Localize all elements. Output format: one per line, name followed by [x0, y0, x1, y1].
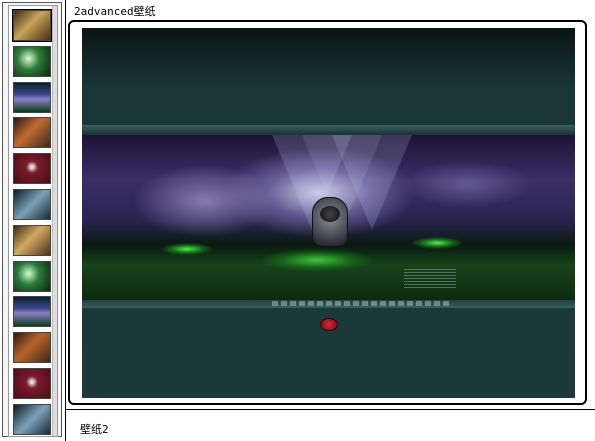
wallpaper-nav-strip: [272, 301, 452, 306]
thumbnail-3[interactable]: [13, 81, 51, 113]
wallpaper-scene: [82, 135, 575, 300]
vertical-divider: [65, 0, 66, 441]
thumbnail-7[interactable]: [13, 224, 51, 256]
thumbnail-2[interactable]: [13, 45, 51, 77]
horizontal-divider: [65, 409, 595, 410]
thumbnail-list: [8, 5, 58, 437]
thumbnail-6[interactable]: [13, 189, 51, 220]
wallpaper-image[interactable]: [82, 28, 575, 398]
thumbnail-11[interactable]: [13, 368, 51, 399]
logo-emblem: [320, 318, 338, 331]
preview-frame: [68, 20, 587, 405]
green-glow: [162, 243, 212, 255]
wallpaper-top-band: [82, 125, 575, 133]
image-caption: 壁纸2: [80, 423, 109, 436]
thumbnail-9[interactable]: [13, 296, 51, 328]
thumbnail-8[interactable]: [13, 260, 51, 292]
page-title: 2advanced壁纸: [74, 5, 156, 18]
pod-vehicle: [312, 197, 348, 247]
thumbnail-10[interactable]: [13, 332, 51, 364]
wallpaper-text-block: [404, 269, 456, 289]
green-glow: [412, 237, 462, 249]
thumbnail-strip: [2, 2, 62, 437]
thumbnail-4[interactable]: [13, 117, 51, 149]
thumbnail-5[interactable]: [13, 153, 51, 185]
green-glow: [262, 249, 372, 271]
pod-window: [320, 206, 340, 222]
thumbnail-1[interactable]: [12, 9, 52, 42]
thumbnail-scrollbar[interactable]: [52, 6, 57, 436]
thumbnail-12[interactable]: [13, 403, 51, 435]
